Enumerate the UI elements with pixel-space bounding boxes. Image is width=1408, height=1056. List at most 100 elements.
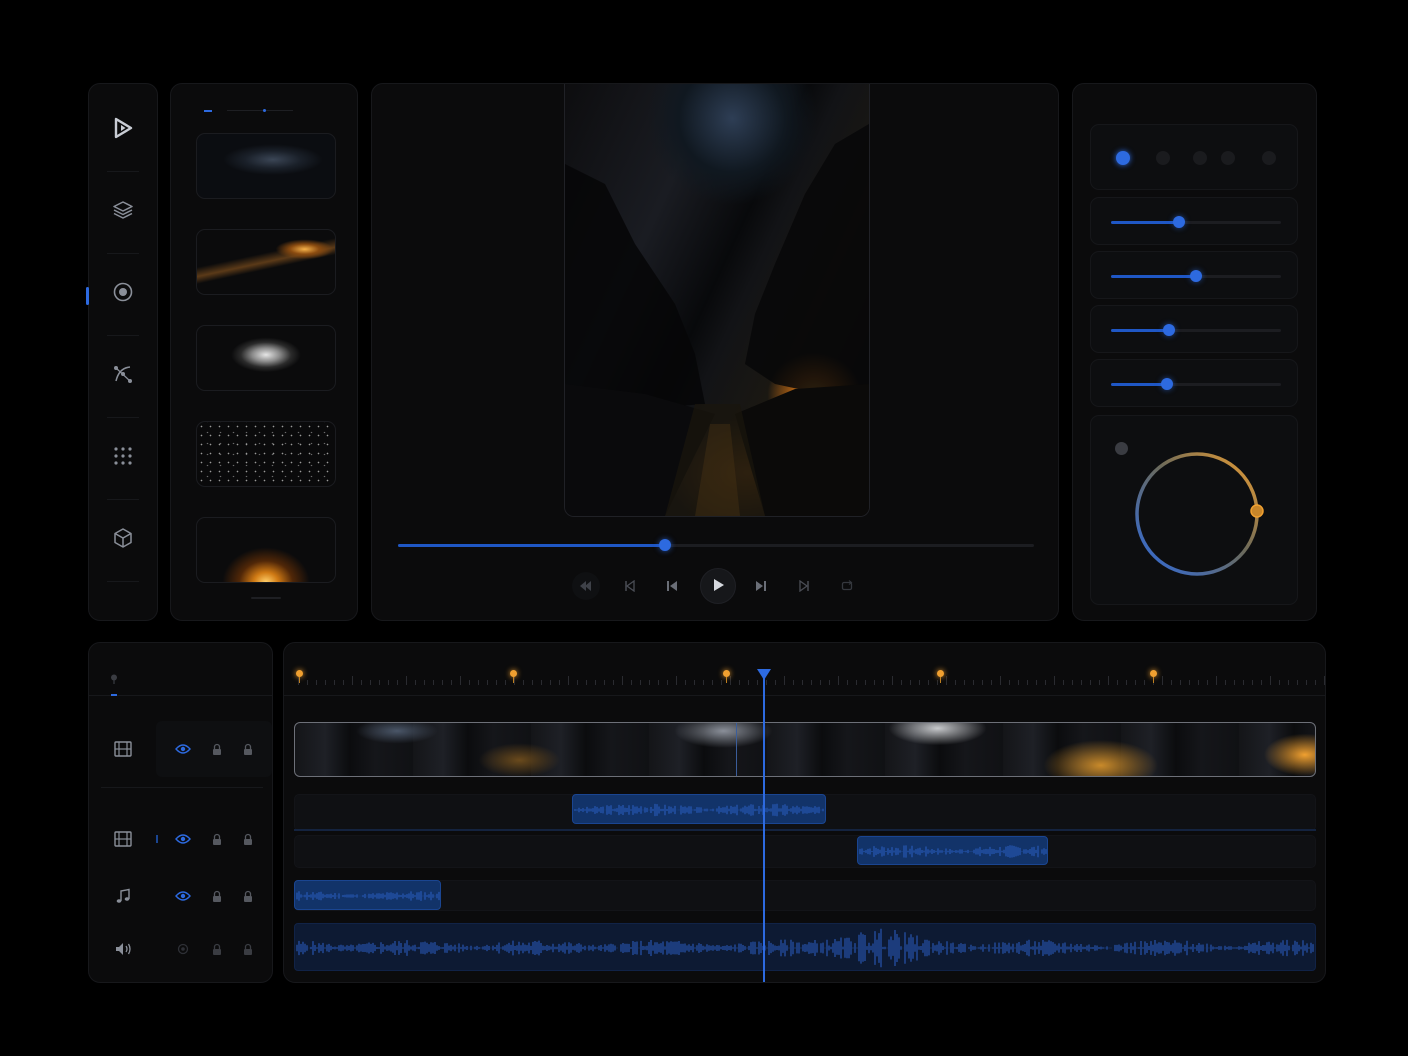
ruler-tick xyxy=(559,680,560,685)
header-accent xyxy=(111,694,117,696)
swatch-3[interactable] xyxy=(1193,151,1207,165)
audio-clip-2[interactable] xyxy=(857,836,1048,865)
skip-start-button[interactable] xyxy=(658,572,686,600)
property-slider-3[interactable] xyxy=(1111,324,1281,336)
play-button[interactable] xyxy=(700,568,736,604)
ruler-tick xyxy=(1072,680,1073,685)
asset-starfield[interactable] xyxy=(196,421,336,487)
playhead-handle[interactable] xyxy=(757,669,772,680)
ruler-tick xyxy=(406,676,407,685)
prev-frame-button[interactable] xyxy=(616,572,644,600)
sidebar-item-layers[interactable] xyxy=(89,192,157,232)
eye-icon[interactable] xyxy=(173,739,193,759)
ruler-tick xyxy=(1234,680,1235,685)
lock-icon[interactable] xyxy=(238,939,258,959)
ruler-tick xyxy=(505,680,506,685)
timeline-ruler[interactable] xyxy=(284,643,1325,696)
swatch-1[interactable] xyxy=(1116,151,1130,165)
asset-smoke-cloud[interactable] xyxy=(196,133,336,199)
ruler-tick xyxy=(1090,680,1091,685)
sound-track-waveform[interactable] xyxy=(294,923,1316,971)
rewind-button[interactable] xyxy=(572,572,600,600)
slider-knob[interactable] xyxy=(1173,216,1185,228)
video-clip-main[interactable] xyxy=(294,722,1316,777)
asset-lava-crack[interactable] xyxy=(196,229,336,295)
asset-library xyxy=(170,83,358,621)
ruler-tick xyxy=(370,680,371,685)
slider-knob[interactable] xyxy=(1161,378,1174,390)
ruler-tick xyxy=(829,680,830,685)
ruler-tick xyxy=(325,680,326,685)
property-slider-2[interactable] xyxy=(1111,270,1281,282)
eye-icon[interactable] xyxy=(173,829,193,849)
slider-card-3 xyxy=(1090,305,1298,353)
ruler-tick xyxy=(1207,680,1208,685)
ruler-tick xyxy=(379,680,380,685)
lock-icon[interactable] xyxy=(207,939,227,959)
eye-icon[interactable] xyxy=(173,886,193,906)
audio-clip-1[interactable] xyxy=(572,794,826,824)
ruler-tick xyxy=(1243,680,1244,685)
ruler-tick xyxy=(496,680,497,685)
sidebar-item-curves[interactable] xyxy=(89,356,157,396)
asset-sun-glow[interactable] xyxy=(196,517,336,583)
ruler-tick xyxy=(784,676,785,685)
sidebar-item-effects[interactable] xyxy=(89,274,157,314)
dots-grid-icon xyxy=(112,445,134,471)
lock-icon[interactable] xyxy=(207,886,227,906)
ruler-tick xyxy=(865,680,866,685)
eye-hidden-icon[interactable] xyxy=(173,939,193,959)
ruler-tick xyxy=(964,680,965,685)
sidebar-item-grid[interactable] xyxy=(89,438,157,478)
pin-icon[interactable] xyxy=(110,669,118,688)
ruler-tick xyxy=(685,680,686,685)
slider-knob[interactable] xyxy=(1162,324,1175,336)
ruler-tick xyxy=(757,680,758,685)
rotation-dial[interactable] xyxy=(1127,444,1267,584)
clip-selection-segment[interactable] xyxy=(736,723,737,776)
ruler-tick xyxy=(577,680,578,685)
swatch-2[interactable] xyxy=(1156,151,1170,165)
lock-icon[interactable] xyxy=(238,829,258,849)
ruler-tick xyxy=(721,680,722,685)
ruler-tick xyxy=(991,680,992,685)
property-slider-1[interactable] xyxy=(1111,216,1281,228)
ruler-tick xyxy=(874,680,875,685)
ruler-tick xyxy=(1279,680,1280,685)
ruler-tick xyxy=(748,680,749,685)
skip-end-button[interactable] xyxy=(747,572,775,600)
library-scroll-indicator[interactable] xyxy=(251,597,281,599)
timeline-marker[interactable] xyxy=(296,670,303,683)
preview-scrubber-track[interactable] xyxy=(398,539,1034,551)
lock-icon[interactable] xyxy=(238,886,258,906)
preview-scrubber-knob[interactable] xyxy=(659,539,672,551)
ruler-tick xyxy=(352,676,353,685)
ruler-tick xyxy=(388,680,389,685)
timeline-marker[interactable] xyxy=(509,670,517,683)
library-tab-line xyxy=(227,110,293,111)
ruler-tick xyxy=(1054,676,1055,685)
loop-button[interactable] xyxy=(833,572,861,600)
library-tab-indicator[interactable] xyxy=(204,110,212,112)
sidebar-item-3d[interactable] xyxy=(89,520,157,560)
slider-knob[interactable] xyxy=(1190,270,1202,282)
ruler-tick xyxy=(820,680,821,685)
timeline-marker[interactable] xyxy=(1150,670,1158,683)
app-logo[interactable] xyxy=(89,110,157,150)
lock-icon[interactable] xyxy=(238,739,258,759)
swatch-5[interactable] xyxy=(1262,151,1276,165)
lock-icon[interactable] xyxy=(207,739,227,759)
asset-white-mist[interactable] xyxy=(196,325,336,391)
ruler-tick xyxy=(937,680,938,685)
playhead[interactable] xyxy=(757,669,772,982)
music-clip[interactable] xyxy=(294,880,441,910)
preview-canvas[interactable] xyxy=(564,84,870,517)
swatch-4[interactable] xyxy=(1221,151,1235,165)
ruler-tick xyxy=(442,680,443,685)
lock-icon[interactable] xyxy=(207,829,227,849)
ruler-tick xyxy=(667,680,668,685)
canyon-artwork xyxy=(565,124,869,516)
timeline-marker[interactable] xyxy=(936,670,944,683)
next-frame-button[interactable] xyxy=(790,572,818,600)
property-slider-4[interactable] xyxy=(1111,378,1281,390)
